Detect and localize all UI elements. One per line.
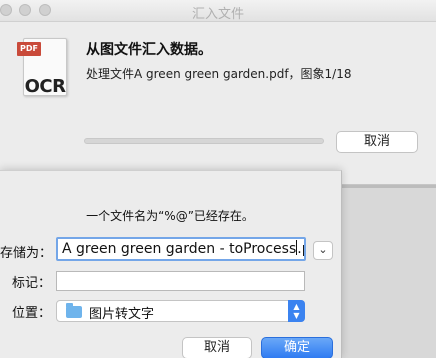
confirm-button[interactable]: 确定	[261, 337, 333, 358]
import-message-detail: 处理文件A green green garden.pdf，图象1/18	[86, 67, 352, 81]
where-label: 位置：	[12, 306, 52, 321]
window-title: 汇入文件	[191, 7, 244, 22]
background-panel-bar	[342, 185, 436, 188]
tags-input[interactable]	[56, 271, 305, 291]
popup-arrows-icon: ▲ ▼	[288, 300, 305, 322]
save-sheet: 一个文件名为“%@”已经存在。 存储为： A green green garde…	[0, 170, 342, 358]
file-name-input[interactable]: A green green garden - toProcess.pdf	[56, 237, 306, 261]
expand-dialog-button[interactable]: ⌄	[313, 241, 333, 260]
location-value: 图片转文字	[89, 307, 155, 322]
ocr-label: OCR	[24, 76, 66, 97]
import-progress-bar	[84, 138, 324, 144]
file-name-text-after-caret: .pdf	[297, 241, 304, 257]
save-as-label: 存储为：	[0, 246, 53, 261]
import-message-title: 从图文件汇入数据。	[86, 42, 212, 58]
chevron-down-icon: ⌄	[318, 243, 328, 256]
tags-label: 标记：	[12, 276, 52, 291]
file-name-text-before-caret: A green green garden - toProcess	[62, 241, 297, 257]
ocr-document-icon: PDF OCR	[17, 38, 71, 102]
file-exists-message: 一个文件名为“%@”已经存在。	[86, 209, 254, 223]
background-panel	[342, 184, 436, 358]
import-cancel-button[interactable]: 取消	[336, 131, 418, 153]
location-popup[interactable]: 图片转文字 ▲ ▼	[56, 300, 305, 322]
title-bar: 汇入文件	[0, 0, 436, 22]
cancel-button[interactable]: 取消	[182, 337, 252, 358]
folder-icon	[66, 303, 82, 318]
pdf-tag: PDF	[17, 42, 41, 56]
